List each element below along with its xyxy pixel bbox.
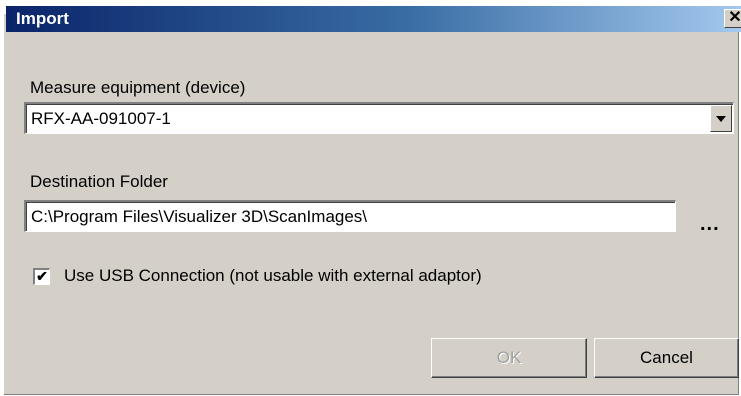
window-title: Import [16, 9, 69, 28]
device-label: Measure equipment (device) [30, 78, 246, 97]
usb-connection-checkbox[interactable]: ✔ [33, 268, 50, 285]
cancel-button[interactable]: Cancel [594, 338, 739, 378]
device-dropdown-button[interactable] [710, 105, 732, 132]
close-button[interactable]: ✕ [724, 9, 741, 28]
destination-label: Destination Folder [30, 172, 168, 191]
destination-folder-value: C:\Program Files\Visualizer 3D\ScanImage… [31, 207, 368, 226]
close-icon: ✕ [728, 9, 741, 26]
chevron-down-icon [716, 116, 726, 122]
title-bar[interactable]: Import ✕ [6, 6, 741, 32]
usb-connection-label[interactable]: Use USB Connection (not usable with exte… [64, 266, 482, 286]
browse-button[interactable]: ... [700, 213, 720, 236]
ok-button[interactable]: OK [431, 338, 587, 378]
device-selected-value: RFX-AA-091007-1 [31, 109, 171, 128]
destination-folder-input[interactable]: C:\Program Files\Visualizer 3D\ScanImage… [24, 200, 676, 232]
device-select[interactable]: RFX-AA-091007-1 [24, 102, 734, 134]
checkmark-icon: ✔ [36, 268, 48, 284]
